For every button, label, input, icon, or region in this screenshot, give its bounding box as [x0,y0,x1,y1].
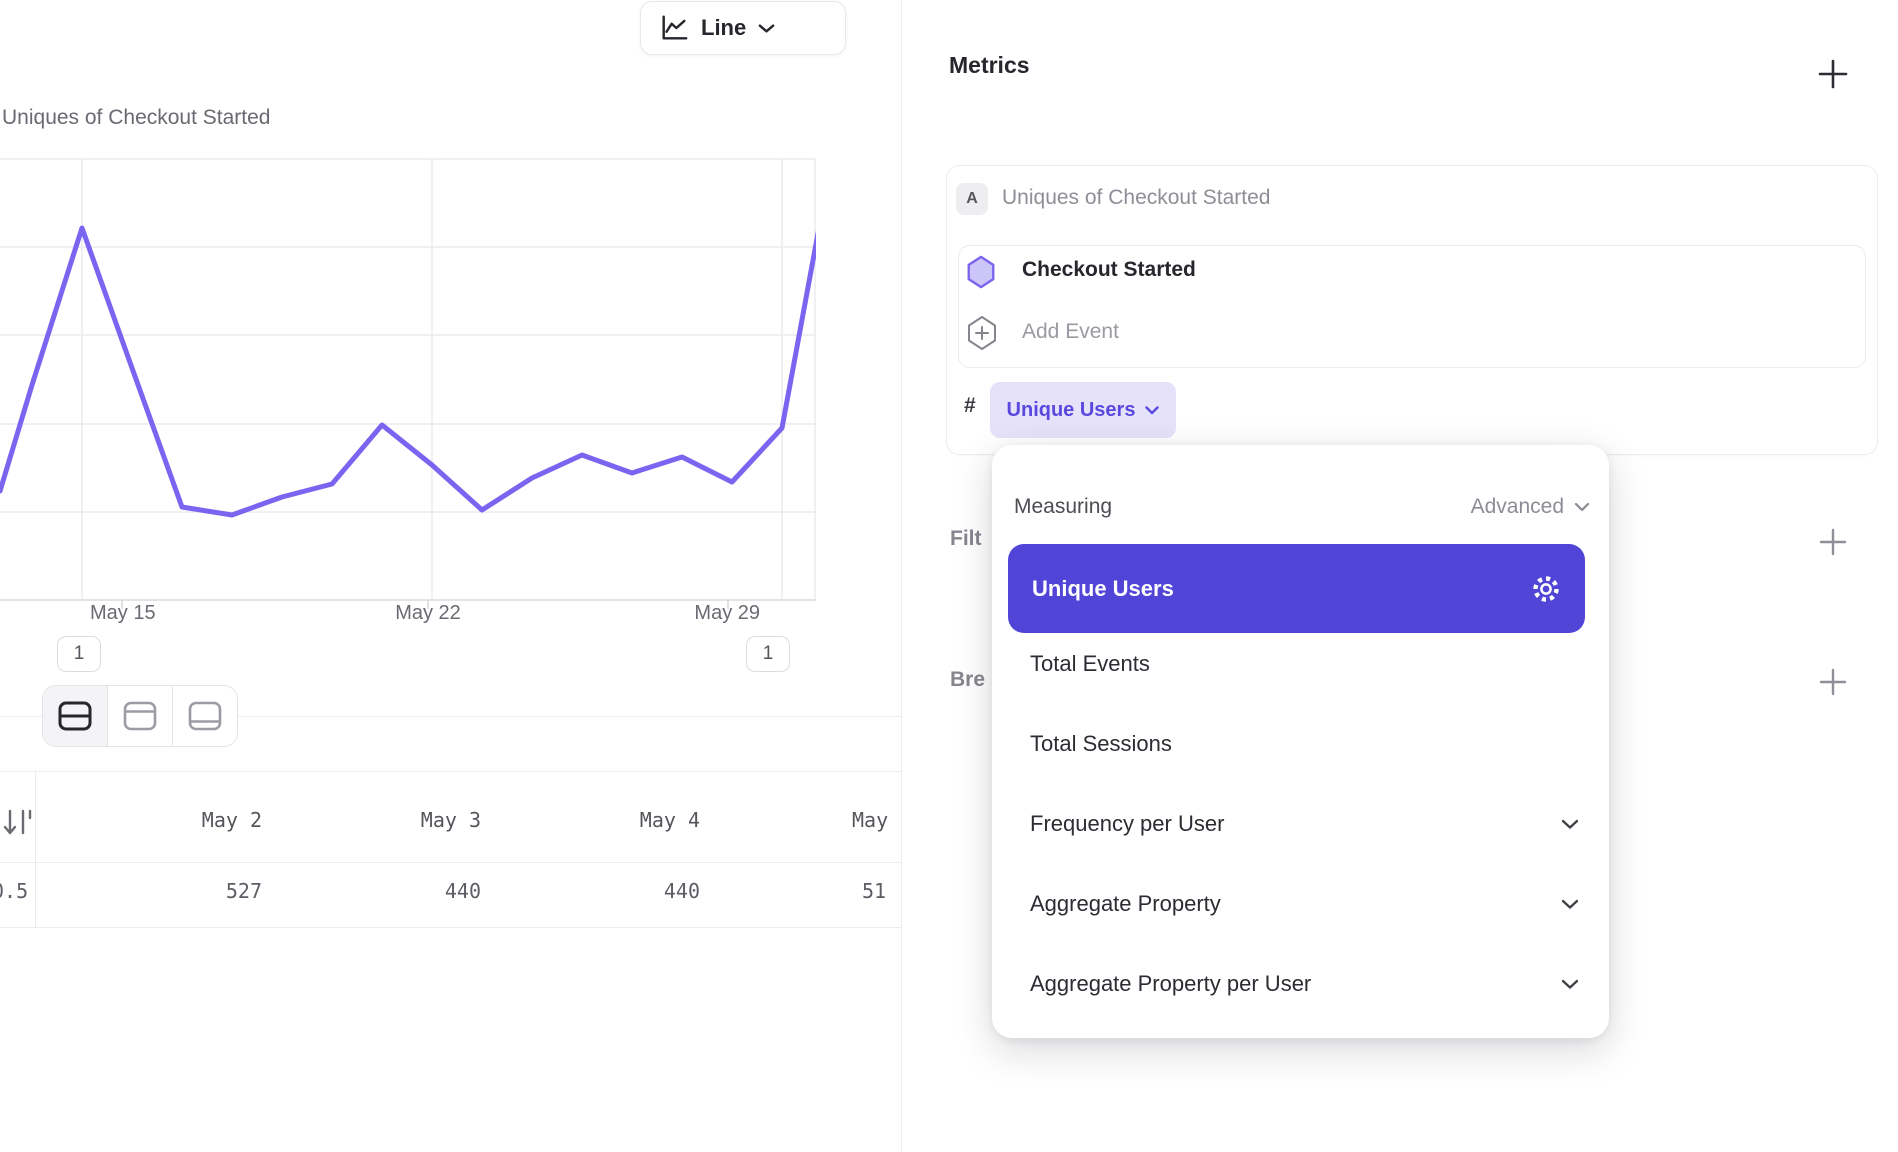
panel-top-icon [123,699,157,733]
option-label: Aggregate Property [1030,891,1221,917]
pagination-badge-left[interactable]: 1 [57,636,101,672]
split-rows-icon [58,699,92,733]
chevron-down-icon [1561,979,1579,990]
option-label: Total Sessions [1030,731,1172,757]
option-label: Frequency per User [1030,811,1224,837]
table-row-label-clipped: 0.5 [0,879,28,907]
layout-panel-top-button[interactable] [107,686,172,746]
chart-gridlines [0,159,816,600]
chart-line [0,190,816,515]
dropdown-option-aggregate-property-per-user[interactable]: Aggregate Property per User [992,944,1609,1024]
table-header[interactable]: May 3 [321,808,481,836]
x-tick-may-22: May 22 [378,602,478,625]
table-header[interactable]: May 4 [540,808,700,836]
gear-icon[interactable] [1531,574,1561,604]
metrics-section-title: Metrics [949,52,1030,79]
option-label: Total Events [1030,651,1150,677]
chart-type-label: Line [701,15,746,41]
x-tick-may-29: May 29 [660,602,760,625]
x-tick-may-15: May 15 [90,602,156,625]
breakdown-section-label-clipped: Bre [950,668,985,692]
chart-type-button[interactable]: Line [640,1,846,55]
add-event-hexagon-icon [966,315,998,351]
chevron-down-icon [1561,819,1579,830]
event-hexagon-icon [966,255,996,289]
panel-bottom-icon [188,699,222,733]
chart-title: Uniques of Checkout Started [2,106,271,130]
line-chart[interactable] [0,150,816,620]
table-header-divider [0,862,901,863]
layout-split-rows-button[interactable] [43,686,107,746]
chevron-down-icon [1145,406,1159,415]
table-cell: 527 [102,879,262,907]
measuring-mode-selector[interactable]: Advanced [1440,495,1590,519]
add-event-button[interactable]: Add Event [1022,320,1119,344]
metric-group-title: Uniques of Checkout Started [1002,186,1271,210]
table-cell-clipped: 51 [862,879,886,907]
dropdown-option-total-events[interactable]: Total Events [992,624,1609,704]
layout-panel-bottom-button[interactable] [172,686,237,746]
event-name[interactable]: Checkout Started [1022,258,1196,282]
chevron-down-icon [1561,899,1579,910]
chevron-down-icon [1574,502,1590,512]
chevron-down-icon [758,23,775,34]
measure-prefix: # [964,394,976,418]
layout-toggle-group [42,685,238,747]
dropdown-option-total-sessions[interactable]: Total Sessions [992,704,1609,784]
option-label: Aggregate Property per User [1030,971,1311,997]
filter-section-label-clipped: Filt [950,527,982,551]
add-filter-button[interactable] [1818,527,1848,557]
sort-descending-icon[interactable] [2,806,34,840]
line-chart-icon [659,13,689,43]
dropdown-option-frequency-per-user[interactable]: Frequency per User [992,784,1609,864]
add-breakdown-button[interactable] [1818,667,1848,697]
panel-divider [901,0,902,1152]
table-frozen-column-divider [35,772,36,927]
measuring-mode-label: Advanced [1471,495,1564,519]
measure-value: Unique Users [1007,399,1136,422]
table-cell: 440 [540,879,700,907]
analytics-app: Line Uniques of Checkout Started May 15 … [0,0,1898,1152]
dropdown-option-unique-users-selected[interactable]: Unique Users [1008,544,1585,633]
metric-group-badge: A [956,183,988,215]
plus-icon [1818,527,1848,557]
table-header[interactable]: May 2 [102,808,262,836]
measuring-header: Measuring [1014,495,1112,519]
plus-icon [1818,667,1848,697]
plus-icon [1817,58,1849,90]
table-top-border [0,771,901,772]
table-cell: 440 [321,879,481,907]
dropdown-option-aggregate-property[interactable]: Aggregate Property [992,864,1609,944]
measure-selector[interactable]: Unique Users [990,382,1176,438]
table-bottom-border [0,927,901,928]
table-header-clipped[interactable]: May [852,808,888,836]
selected-option-label: Unique Users [1032,576,1174,602]
add-metric-button[interactable] [1817,58,1849,90]
pagination-badge-right[interactable]: 1 [746,636,790,672]
